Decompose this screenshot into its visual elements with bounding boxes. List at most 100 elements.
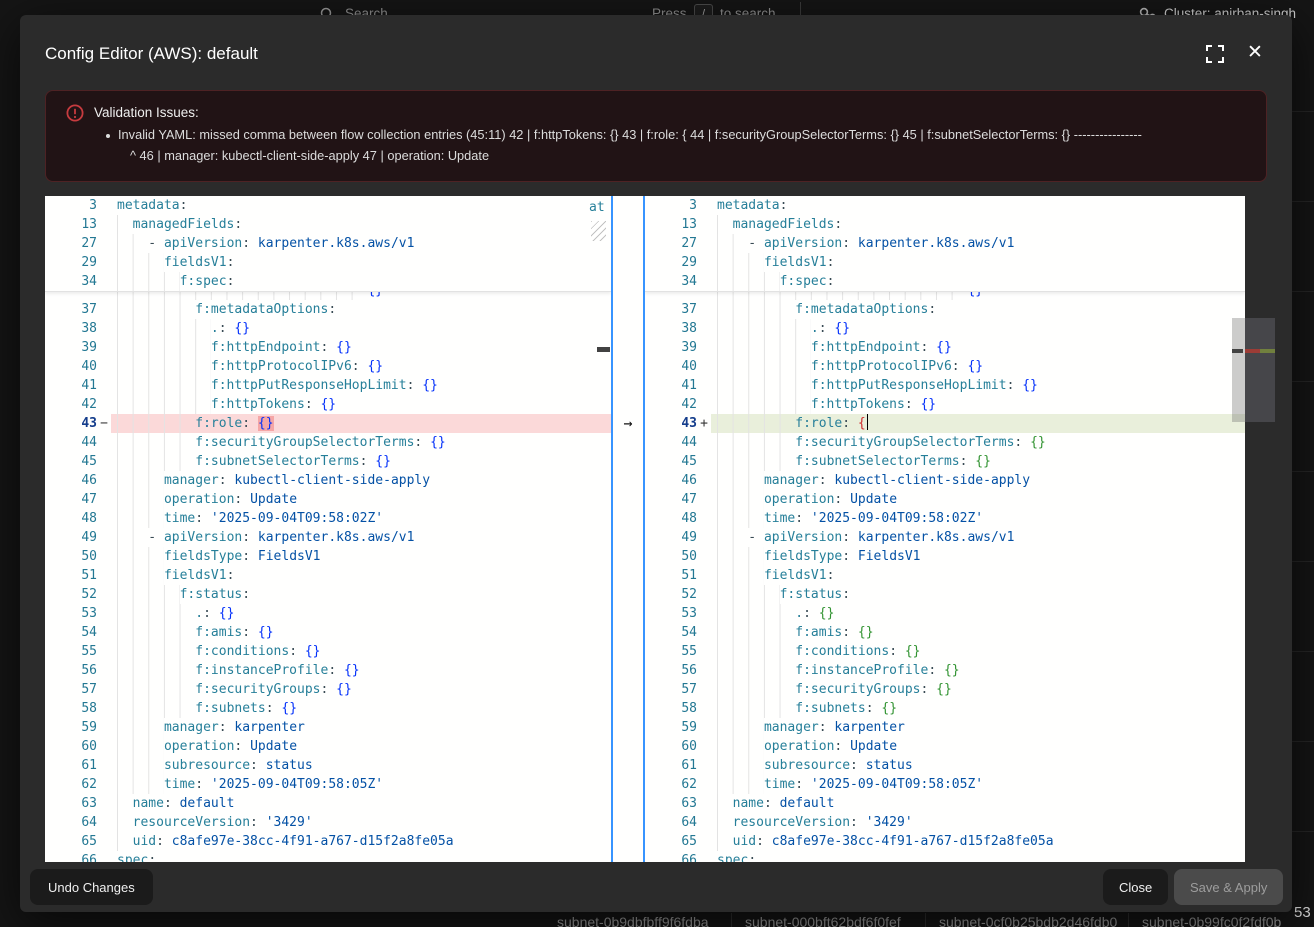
code-line-modified-sticky-3[interactable]: 3metadata: [645,196,1245,215]
code-line-modified-63[interactable]: 63name: default [645,794,1245,813]
save-apply-button[interactable]: Save & Apply [1174,869,1283,905]
code-line-modified-54[interactable]: 54f:amis: {} [645,623,1245,642]
code-line-modified-38[interactable]: 38.: {} [645,319,1245,338]
line-gutter: 43− [45,414,111,433]
code-line-original-51[interactable]: 51fieldsV1: [45,566,611,585]
line-gutter: 37 [45,300,111,319]
code-line-original-44[interactable]: 44f:securityGroupSelectorTerms: {} [45,433,611,452]
code-line-modified-40[interactable]: 40f:httpProtocolIPv6: {} [645,357,1245,376]
line-gutter: 45 [45,452,111,471]
code-line-modified-56[interactable]: 56f:instanceProfile: {} [645,661,1245,680]
code-line-original-62[interactable]: 62time: '2025-09-04T09:58:05Z' [45,775,611,794]
line-gutter: 59 [645,718,711,737]
code-line-original-58[interactable]: 58f:subnets: {} [45,699,611,718]
code-line-original-55[interactable]: 55f:conditions: {} [45,642,611,661]
line-gutter: 42 [45,395,111,414]
code-line-original-60[interactable]: 60operation: Update [45,737,611,756]
code-line-original-39[interactable]: 39f:httpEndpoint: {} [45,338,611,357]
code-line-modified-52[interactable]: 52f:status: [645,585,1245,604]
code-line-original-43[interactable]: 43−f:role: {} [45,414,611,433]
undo-changes-button[interactable]: Undo Changes [30,869,153,905]
code-line-modified-42[interactable]: 42f:httpTokens: {} [645,395,1245,414]
code-line-modified-53[interactable]: 53.: {} [645,604,1245,623]
code-line-modified-59[interactable]: 59manager: karpenter [645,718,1245,737]
line-gutter: 52 [645,585,711,604]
code-line-modified-sticky-29[interactable]: 29fieldsV1: [645,253,1245,272]
diff-overview-ruler[interactable] [1245,318,1275,422]
revert-change-button[interactable]: → [613,413,643,432]
code-line-modified-41[interactable]: 41f:httpPutResponseHopLimit: {} [645,376,1245,395]
fullscreen-icon[interactable] [1204,43,1226,65]
code-line-modified-37[interactable]: 37f:metadataOptions: [645,300,1245,319]
line-gutter: 61 [45,756,111,775]
code-line-modified-64[interactable]: 64resourceVersion: '3429' [645,813,1245,832]
code-line-modified-sticky-27[interactable]: 27- apiVersion: karpenter.k8s.aws/v1 [645,234,1245,253]
code-line-original-48[interactable]: 48time: '2025-09-04T09:58:02Z' [45,509,611,528]
code-line-original-46[interactable]: 46manager: kubectl-client-side-apply [45,471,611,490]
code-body-original[interactable]: {}37f:metadataOptions:38.: {}39f:httpEnd… [45,292,611,862]
diff-pane-original[interactable]: 3metadata:13managedFields:27- apiVersion… [45,196,611,862]
code-line-original-65[interactable]: 65uid: c8afe97e-38cc-4f91-a767-d15f2a8fe… [45,832,611,851]
code-line-original-61[interactable]: 61subresource: status [45,756,611,775]
code-line-original-42[interactable]: 42f:httpTokens: {} [45,395,611,414]
diff-sash[interactable]: → [611,196,645,862]
code-line-original-63[interactable]: 63name: default [45,794,611,813]
subnet-cell: subnet-0b99fc0f2fdf0b [1142,914,1281,927]
line-gutter: 41 [45,376,111,395]
code-line-modified-46[interactable]: 46manager: kubectl-client-side-apply [645,471,1245,490]
code-line-original-64[interactable]: 64resourceVersion: '3429' [45,813,611,832]
clipped-code-line: {} [45,292,611,300]
code-line-original-53[interactable]: 53.: {} [45,604,611,623]
code-line-modified-47[interactable]: 47operation: Update [645,490,1245,509]
code-line-modified-49[interactable]: 49- apiVersion: karpenter.k8s.aws/v1 [645,528,1245,547]
code-line-original-40[interactable]: 40f:httpProtocolIPv6: {} [45,357,611,376]
code-line-modified-50[interactable]: 50fieldsType: FieldsV1 [645,547,1245,566]
close-button[interactable]: Close [1103,869,1168,905]
code-line-modified-sticky-34[interactable]: 34f:spec: [645,272,1245,291]
code-line-original-54[interactable]: 54f:amis: {} [45,623,611,642]
code-line-original-sticky-3[interactable]: 3metadata: [45,196,611,215]
yaml-diff-editor: 3metadata:13managedFields:27- apiVersion… [45,196,1245,862]
code-line-original-41[interactable]: 41f:httpPutResponseHopLimit: {} [45,376,611,395]
code-body-modified[interactable]: {}37f:metadataOptions:38.: {}39f:httpEnd… [645,292,1245,862]
code-line-original-50[interactable]: 50fieldsType: FieldsV1 [45,547,611,566]
code-line-original-38[interactable]: 38.: {} [45,319,611,338]
code-line-modified-39[interactable]: 39f:httpEndpoint: {} [645,338,1245,357]
code-line-original-66[interactable]: 66spec: [45,851,611,862]
code-line-modified-45[interactable]: 45f:subnetSelectorTerms: {} [645,452,1245,471]
code-line-modified-44[interactable]: 44f:securityGroupSelectorTerms: {} [645,433,1245,452]
code-line-modified-sticky-13[interactable]: 13managedFields: [645,215,1245,234]
code-line-original-sticky-27[interactable]: 27- apiVersion: karpenter.k8s.aws/v1 [45,234,611,253]
code-line-original-sticky-29[interactable]: 29fieldsV1: [45,253,611,272]
code-line-original-45[interactable]: 45f:subnetSelectorTerms: {} [45,452,611,471]
code-line-modified-48[interactable]: 48time: '2025-09-04T09:58:02Z' [645,509,1245,528]
dialog-title: Config Editor (AWS): default [45,44,258,64]
vertical-scrollbar[interactable] [1232,318,1245,422]
code-line-original-52[interactable]: 52f:status: [45,585,611,604]
code-line-original-59[interactable]: 59manager: karpenter [45,718,611,737]
close-icon[interactable]: ✕ [1244,42,1266,64]
code-line-original-37[interactable]: 37f:metadataOptions: [45,300,611,319]
line-gutter: 50 [45,547,111,566]
code-line-modified-62[interactable]: 62time: '2025-09-04T09:58:05Z' [645,775,1245,794]
code-line-modified-51[interactable]: 51fieldsV1: [645,566,1245,585]
code-line-original-57[interactable]: 57f:securityGroups: {} [45,680,611,699]
line-gutter: 61 [645,756,711,775]
code-line-original-56[interactable]: 56f:instanceProfile: {} [45,661,611,680]
code-line-original-sticky-34[interactable]: 34f:spec: [45,272,611,291]
code-line-original-sticky-13[interactable]: 13managedFields: [45,215,611,234]
overview-insert-mark [1260,349,1275,353]
line-gutter: 52 [45,585,111,604]
code-line-modified-65[interactable]: 65uid: c8afe97e-38cc-4f91-a767-d15f2a8fe… [645,832,1245,851]
code-line-modified-57[interactable]: 57f:securityGroups: {} [645,680,1245,699]
code-line-modified-43[interactable]: 43+f:role: { [645,414,1245,433]
code-line-modified-58[interactable]: 58f:subnets: {} [645,699,1245,718]
diff-pane-modified[interactable]: 3metadata:13managedFields:27- apiVersion… [645,196,1245,862]
line-gutter: 57 [45,680,111,699]
code-line-modified-61[interactable]: 61subresource: status [645,756,1245,775]
code-line-original-49[interactable]: 49- apiVersion: karpenter.k8s.aws/v1 [45,528,611,547]
code-line-modified-60[interactable]: 60operation: Update [645,737,1245,756]
code-line-modified-66[interactable]: 66spec: [645,851,1245,862]
code-line-modified-55[interactable]: 55f:conditions: {} [645,642,1245,661]
code-line-original-47[interactable]: 47operation: Update [45,490,611,509]
